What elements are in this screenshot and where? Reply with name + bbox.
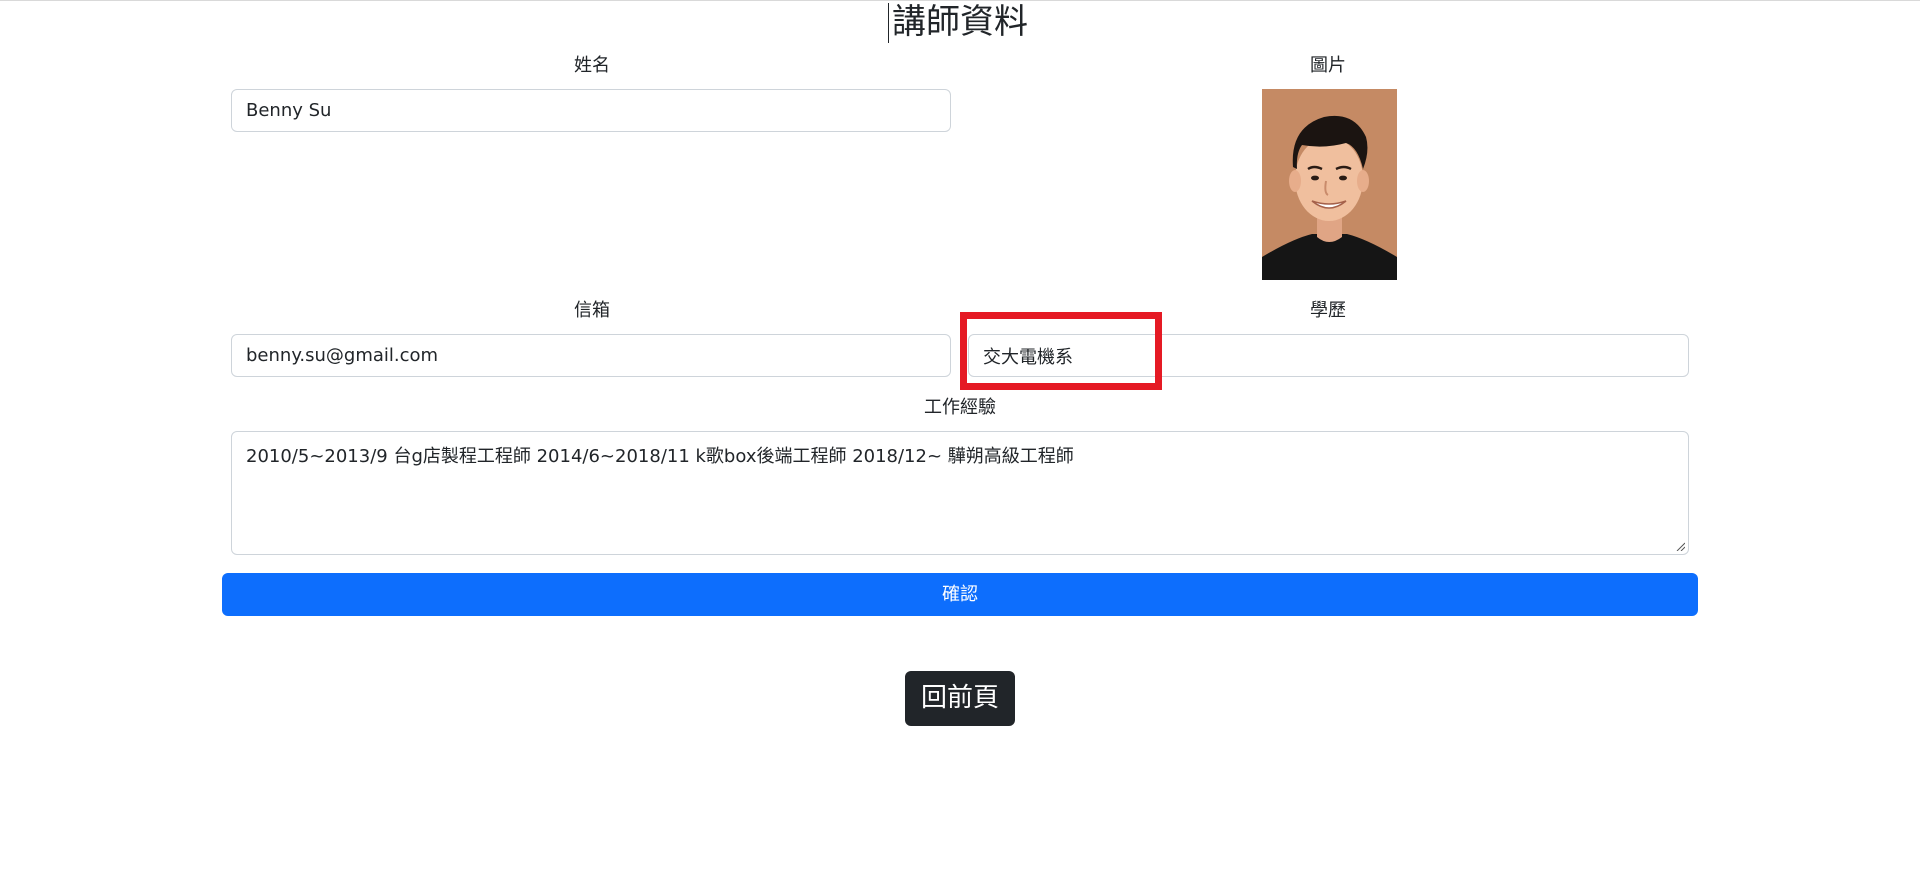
education-input[interactable]: 交大電機系 [968,334,1689,377]
email-input[interactable]: benny.su@gmail.com [231,334,951,377]
photo-label: 圖片 [1310,55,1346,76]
email-label: 信箱 [574,300,610,321]
name-input-value: Benny Su [246,100,332,121]
page-title: 講師資料 [892,2,1028,42]
experience-textarea[interactable]: 2010/5~2013/9 台g店製程工程師 2014/6~2018/11 k歌… [231,431,1689,555]
name-label: 姓名 [574,55,610,76]
instructor-photo [1262,89,1397,280]
resize-grip-icon[interactable] [1675,541,1685,551]
email-input-value: benny.su@gmail.com [246,345,439,366]
text-cursor [888,3,889,43]
education-label: 學歷 [1310,300,1346,321]
experience-label: 工作經驗 [924,397,996,418]
confirm-button[interactable]: 確認 [222,573,1698,616]
education-input-value: 交大電機系 [983,346,1073,368]
back-button[interactable]: 回前頁 [905,671,1015,726]
experience-textarea-value: 2010/5~2013/9 台g店製程工程師 2014/6~2018/11 k歌… [246,446,1074,467]
name-input[interactable]: Benny Su [231,89,951,132]
